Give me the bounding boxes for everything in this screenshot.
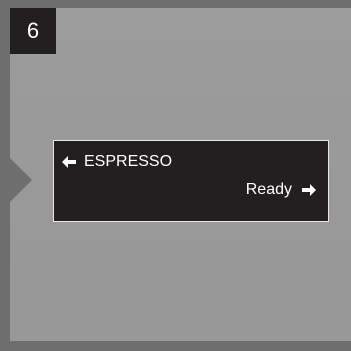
display-product-label: ESPRESSO	[84, 153, 173, 170]
step-number-badge: 6	[10, 8, 56, 54]
display-status-label: Ready	[245, 181, 292, 198]
arrow-right-icon[interactable]	[302, 184, 316, 196]
display-line-2: Ready	[246, 181, 316, 199]
arrow-left-icon[interactable]	[62, 156, 76, 168]
side-indicator-notch	[10, 158, 32, 202]
display-line-1: ESPRESSO	[62, 153, 172, 171]
lcd-display: ESPRESSO Ready	[53, 140, 329, 222]
